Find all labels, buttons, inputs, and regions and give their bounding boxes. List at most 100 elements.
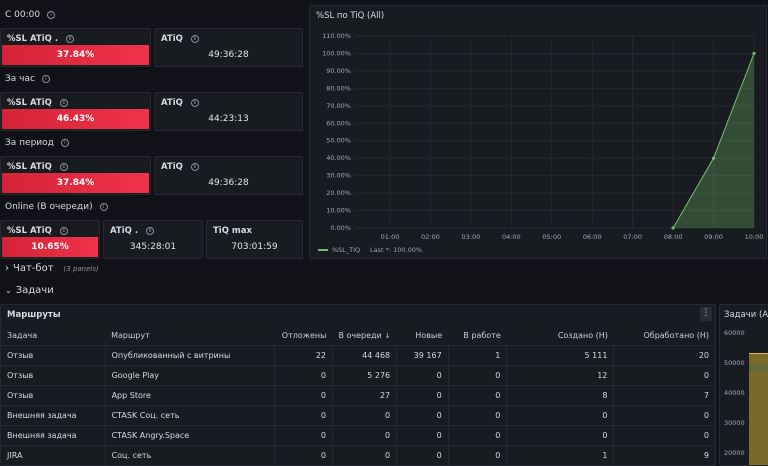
info-icon[interactable]: i xyxy=(60,139,69,147)
row-chatbot[interactable]: › Чат-бот (3 panels) xyxy=(5,263,99,274)
column-header[interactable]: В работе xyxy=(448,327,507,345)
y-tick-label: 40.00% xyxy=(326,154,351,162)
column-header-sorted[interactable]: В очереди ↓ xyxy=(332,327,396,345)
x-tick-label: 03:00 xyxy=(462,233,481,241)
table-cell: 22 xyxy=(274,344,333,365)
y-tick-label: 20.00% xyxy=(326,189,351,197)
table-cell: 0 xyxy=(447,404,507,425)
table-cell: 0 xyxy=(274,404,333,425)
stat-panel-sl-atiq[interactable]: %SL ATiQ . i 37.84% xyxy=(0,28,151,67)
y-tick-label: 10.00% xyxy=(326,207,351,215)
column-header[interactable]: Новые xyxy=(397,327,449,345)
table-cell: 39 167 xyxy=(396,344,449,365)
y-tick-label: 80.00% xyxy=(326,84,351,92)
x-tick-label: 05:00 xyxy=(542,233,561,241)
y-tick-label: 60000 xyxy=(724,329,745,337)
section-per-hour: За час i xyxy=(5,74,50,84)
section-title: Online (В очереди) xyxy=(5,202,93,212)
stat-value: 345:28:01 xyxy=(129,242,177,252)
row-panel-count: (3 panels) xyxy=(63,264,99,273)
info-icon[interactable]: i xyxy=(99,203,108,211)
stat-panel-atiq[interactable]: ATiQ . i 345:28:01 xyxy=(103,220,203,259)
y-tick-label: 60.00% xyxy=(326,119,351,127)
table-cell: 0 xyxy=(274,444,333,465)
table-cell: 12 xyxy=(506,364,614,385)
table-cell: 20 xyxy=(613,344,715,365)
stat-panel-atiq[interactable]: ATiQ i 44:23:13 xyxy=(154,92,303,131)
stat-value: 37.84% xyxy=(2,173,149,193)
y-tick-label: 20000 xyxy=(724,449,745,457)
table-row[interactable]: JIRA Соц. сеть 0 0 0 0 1 9 xyxy=(1,444,715,465)
info-icon[interactable]: i xyxy=(59,163,68,171)
x-tick-label: 08:00 xyxy=(664,233,683,241)
stat-value: 49:36:28 xyxy=(208,178,249,188)
row-title: Чат-бот xyxy=(13,263,54,274)
tasks-panel[interactable]: Задачи (All 60000 50000 40000 30000 2000… xyxy=(719,304,768,466)
panel-menu-icon[interactable]: ⋮ xyxy=(700,307,712,321)
stat-panel-sl-atiq[interactable]: %SL ATiQ i 46.43% xyxy=(0,92,151,131)
column-header[interactable]: Маршрут xyxy=(105,327,274,345)
stat-value: 46.43% xyxy=(2,109,149,129)
panel-title: %SL ATiQ xyxy=(7,162,52,172)
arrow-down-icon: ↓ xyxy=(384,332,391,341)
panel-title: %SL ATiQ xyxy=(7,226,52,236)
x-tick-label: 01:00 xyxy=(381,233,400,241)
panel-title: %SL ATiQ . xyxy=(7,34,59,44)
y-tick-label: 30.00% xyxy=(326,172,351,180)
chevron-down-icon[interactable]: ⌄ xyxy=(5,286,12,295)
info-icon[interactable]: i xyxy=(190,163,199,171)
section-title: С 00:00 xyxy=(5,10,41,20)
table-cell: 0 xyxy=(331,404,397,425)
table-cell: Google Play xyxy=(104,364,275,385)
table-cell: 0 xyxy=(506,424,614,445)
table-cell: 0 xyxy=(447,424,507,445)
table-cell: Отзыв xyxy=(1,384,106,405)
column-header[interactable]: Отложены xyxy=(275,327,333,345)
legend-series-name: %SL_TIQ xyxy=(332,246,360,254)
table-row[interactable]: Отзыв Google Play 0 5 276 0 0 12 0 xyxy=(1,364,715,385)
info-icon[interactable]: i xyxy=(41,75,50,83)
row-tasks[interactable]: ⌄ Задачи xyxy=(5,285,54,296)
stat-panel-atiq[interactable]: ATiQ i 49:36:28 xyxy=(154,156,303,195)
stat-panel-sl-atiq[interactable]: %SL ATiQ i 37.84% xyxy=(0,156,151,195)
table-cell: 5 111 xyxy=(506,344,614,365)
chart-svg: 0.00% 10.00% 20.00% 30.00% 40.00% 50.00% 60.00… xyxy=(318,32,764,254)
table-row[interactable]: Отзыв App Store 0 27 0 0 8 7 xyxy=(1,384,715,405)
chevron-right-icon[interactable]: › xyxy=(5,263,9,274)
table-cell: 0 xyxy=(331,444,397,465)
column-header[interactable]: Обработано (Н) xyxy=(614,327,715,345)
table-row[interactable]: Внешняя задача CTASK Angry.Space 0 0 0 0 0 0 xyxy=(1,424,715,445)
table-cell: 9 xyxy=(613,444,715,465)
info-icon[interactable]: i xyxy=(66,35,75,43)
table-cell: App Store xyxy=(104,384,275,405)
table-cell: 7 xyxy=(613,384,715,405)
chart-panel-sl-tiq[interactable]: %SL по TiQ (All) 0.00% 10.00% 20.00% 30.00%… xyxy=(309,5,767,259)
table-row[interactable]: Внешняя задача CTASK Соц. сеть 0 0 0 0 0 0 xyxy=(1,404,715,425)
info-icon[interactable]: i xyxy=(59,99,68,107)
info-icon[interactable]: i xyxy=(146,227,155,235)
info-icon[interactable]: i xyxy=(190,99,199,107)
stacked-area-band xyxy=(749,365,768,371)
table-cell: 44 468 xyxy=(331,344,397,365)
table-cell: CTASK Соц. сеть xyxy=(104,404,275,425)
table-row[interactable]: Отзыв Опубликованный с витрины 22 44 468 39 … xyxy=(1,344,715,365)
routes-table: Задача Маршрут Отложены В очереди ↓ Новые… xyxy=(1,327,715,465)
panel-title: %SL ATiQ xyxy=(7,98,52,108)
panel-title: ATiQ xyxy=(161,34,183,44)
column-header[interactable]: Задача xyxy=(1,327,105,345)
info-icon[interactable]: i xyxy=(190,35,199,43)
panel-title: ATiQ . xyxy=(110,226,139,236)
info-icon[interactable]: i xyxy=(59,227,68,235)
routes-panel[interactable]: Маршруты ⋮ Задача Маршрут Отложены В оче… xyxy=(0,304,716,466)
table-cell: 27 xyxy=(331,384,397,405)
table-cell: 5 276 xyxy=(331,364,397,385)
stat-panel-atiq[interactable]: ATiQ i 49:36:28 xyxy=(154,28,303,67)
info-icon[interactable]: i xyxy=(47,11,56,19)
stat-panel-tiq-max[interactable]: TiQ max 703:01:59 xyxy=(206,220,303,259)
table-cell: CTASK Angry.Space xyxy=(104,424,275,445)
stat-panel-sl-atiq[interactable]: %SL ATiQ i 10.65% xyxy=(0,220,100,259)
x-tick-label: 09:00 xyxy=(704,233,723,241)
column-header[interactable]: Создано (Н) xyxy=(507,327,614,345)
x-tick-label: 10:00 xyxy=(745,233,764,241)
y-tick-label: 90.00% xyxy=(326,67,351,75)
